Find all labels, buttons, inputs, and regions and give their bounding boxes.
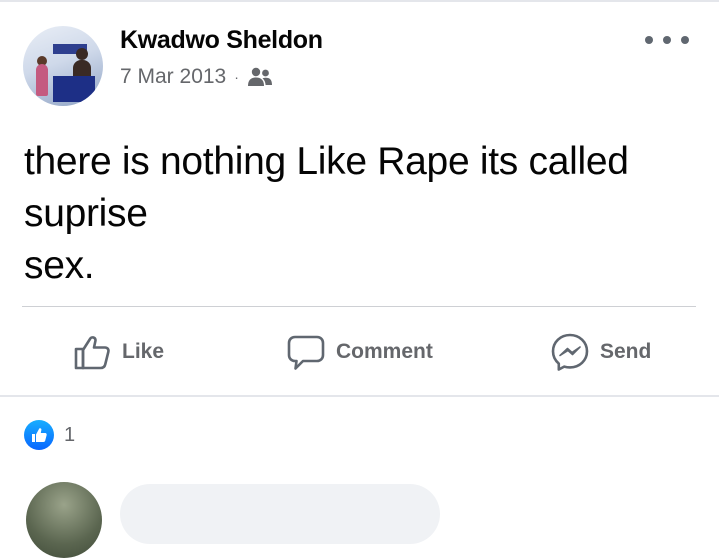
post-text: there is nothing Like Rape its called su… [24, 136, 684, 292]
post-text-line: there is nothing Like Rape its called [24, 140, 629, 183]
reaction-count: 1 [64, 423, 76, 446]
actions-divider [22, 306, 696, 307]
more-options-dot [645, 36, 653, 44]
author-name[interactable]: Kwadwo Sheldon [120, 26, 323, 55]
like-button[interactable]: Like [72, 330, 164, 374]
reactions-divider [0, 395, 719, 397]
send-label: Send [600, 340, 652, 363]
comment-label: Comment [336, 340, 433, 363]
top-divider [0, 0, 719, 2]
more-options-dot [681, 36, 689, 44]
author-avatar[interactable] [23, 26, 103, 106]
comment-button[interactable]: Comment [286, 330, 433, 374]
like-label: Like [122, 340, 165, 363]
more-options-dot [663, 36, 671, 44]
post-meta: 7 Mar 2013 · [120, 63, 273, 91]
comment-icon [286, 332, 326, 372]
reaction-summary[interactable]: 1 [24, 420, 75, 450]
avatar-podium [53, 76, 95, 102]
more-options-button[interactable] [645, 28, 689, 52]
send-button[interactable]: Send [550, 330, 651, 374]
meta-separator: · [234, 69, 239, 85]
like-icon [72, 332, 112, 372]
avatar-figure-head [76, 48, 88, 60]
commenter-avatar[interactable] [26, 482, 102, 558]
messenger-icon [550, 332, 590, 372]
friends-icon[interactable] [247, 66, 273, 88]
comment-bubble[interactable] [120, 484, 440, 544]
like-reaction-icon [24, 420, 54, 450]
post-text-line: sex. [24, 244, 95, 287]
post-text-line: suprise [24, 192, 148, 235]
post-date[interactable]: 7 Mar 2013 [120, 65, 226, 89]
avatar-figure [36, 64, 48, 96]
